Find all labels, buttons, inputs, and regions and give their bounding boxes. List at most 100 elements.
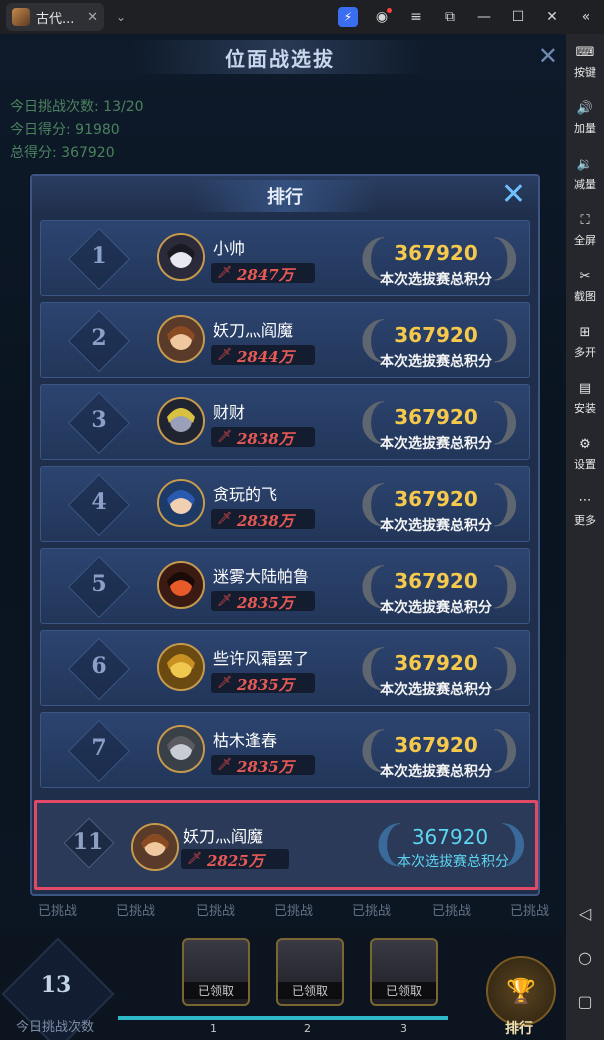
power-pill: 🗡 2835万	[211, 755, 315, 776]
sidebar-label: 减量	[574, 177, 596, 191]
rank-row[interactable]: 4 贪玩的飞 🗡 2838万 ❨ ❩ 367920 本次选拔赛总积分	[40, 466, 530, 542]
avatar[interactable]	[131, 823, 179, 871]
score-caption: 本次选拔赛总积分	[380, 436, 492, 452]
app-tab[interactable]: 古代... ✕	[6, 3, 104, 31]
stat-today-score: 今日得分: 91980	[10, 122, 120, 138]
challenge-count-label: 今日挑战次数	[16, 1020, 95, 1035]
tab-close-icon[interactable]: ✕	[87, 10, 98, 25]
power-pill: 🗡 2844万	[211, 345, 315, 366]
sidebar-label: 更多	[574, 513, 596, 527]
sidebar-label: 安装	[574, 401, 596, 415]
menu-icon[interactable]: ≡	[406, 7, 426, 27]
total-score: 367920	[394, 651, 478, 675]
close-window-icon[interactable]: ✕	[542, 7, 562, 27]
ranking-dialog-header: 排行 ✕	[32, 176, 538, 216]
my-player-name: 妖刀灬阎魔	[183, 827, 264, 846]
trophy-icon: 🏆	[506, 977, 536, 1005]
rank-row[interactable]: 7 枯木逢春 🗡 2835万 ❨ ❩ 367920 本次选拔赛总积分	[40, 712, 530, 788]
power-pill: 🗡 2825万	[181, 849, 289, 870]
score-caption: 本次选拔赛总积分	[380, 764, 492, 780]
challenge-stats: 今日挑战次数: 13/20 今日得分: 91980 总得分: 367920	[10, 96, 144, 165]
back-icon[interactable]: ◁	[566, 904, 604, 923]
maximize-icon[interactable]: ☐	[508, 7, 528, 27]
rank-row[interactable]: 5 迷雾大陆帕鲁 🗡 2835万 ❨ ❩ 367920 本次选拔赛总积分	[40, 548, 530, 624]
total-score: 367920	[394, 241, 478, 265]
tab-dropdown-icon[interactable]: ⌄	[116, 10, 126, 24]
player-name: 妖刀灬阎魔	[213, 321, 294, 340]
sidebar-label: 设置	[574, 457, 596, 471]
score-caption: 本次选拔赛总积分	[397, 854, 509, 870]
avatar[interactable]	[157, 561, 205, 609]
rank-row[interactable]: 2 妖刀灬阎魔 🗡 2844万 ❨ ❩ 367920 本次选拔赛总积分	[40, 302, 530, 378]
avatar[interactable]	[157, 315, 205, 363]
sidebar-item-volume-up[interactable]: 🔊 加量	[566, 90, 604, 146]
boost-icon[interactable]: ⚡	[338, 7, 358, 27]
challenged-label: 已挑战	[510, 904, 550, 919]
power-value: 2838万	[237, 512, 294, 530]
sidebar-item-more[interactable]: ⋯ 更多	[566, 482, 604, 538]
power-pill: 🗡 2847万	[211, 263, 315, 284]
sword-icon: 🗡	[217, 429, 233, 443]
home-icon[interactable]: ○	[566, 948, 604, 967]
rank-row[interactable]: 6 些许风霜罢了 🗡 2835万 ❨ ❩ 367920 本次选拔赛总积分	[40, 630, 530, 706]
avatar[interactable]	[157, 725, 205, 773]
milestone-label: 2	[304, 1022, 311, 1035]
sword-icon: 🗡	[217, 511, 233, 525]
recents-icon[interactable]: ▢	[566, 992, 604, 1011]
sidebar-label: 加量	[574, 121, 596, 135]
game-close-icon[interactable]: ✕	[538, 42, 558, 70]
app-icon	[12, 8, 30, 26]
reward-progress-fill	[118, 1016, 448, 1020]
total-score: 367920	[394, 569, 478, 593]
sidebar-item-multi[interactable]: ⊞ 多开	[566, 314, 604, 370]
ranking-button-label: 排行	[505, 1021, 533, 1037]
ranking-list[interactable]: 1 小帅 🗡 2847万 ❨ ❩ 367920 本次选拔赛总积分 2 妖刀灬阎魔 🗡 2844万 ❨ ❩ 3…	[40, 220, 530, 794]
account-icon[interactable]: ◉	[372, 7, 392, 27]
stat-challenges: 今日挑战次数: 13/20	[10, 99, 144, 115]
challenged-label: 已挑战	[432, 904, 472, 919]
power-pill: 🗡 2835万	[211, 591, 315, 612]
sword-icon: 🗡	[187, 851, 203, 865]
avatar[interactable]	[157, 233, 205, 281]
keyboard-icon: ⌨	[575, 45, 595, 60]
window-titlebar: 古代... ✕ ⌄ ⚡ ◉ ≡ ⧉ — ☐ ✕ «	[0, 0, 604, 34]
score-caption: 本次选拔赛总积分	[380, 682, 492, 698]
multi-instance-icon: ⊞	[579, 325, 591, 340]
collapse-sidebar-icon[interactable]: «	[576, 7, 596, 27]
scissors-icon: ✂	[579, 269, 591, 284]
rank-number: 6	[91, 653, 107, 679]
sidebar-item-install[interactable]: ▤ 安装	[566, 370, 604, 426]
total-score: 367920	[394, 323, 478, 347]
avatar[interactable]	[157, 397, 205, 445]
volume-up-icon: 🔊	[576, 101, 594, 116]
sidebar-item-keymap[interactable]: ⌨ 按键	[566, 34, 604, 90]
power-pill: 🗡 2835万	[211, 673, 315, 694]
my-total-score: 367920	[411, 825, 489, 849]
gear-icon: ⚙	[579, 437, 591, 452]
sidebar-item-volume-down[interactable]: 🔉 减量	[566, 146, 604, 202]
player-name: 迷雾大陆帕鲁	[213, 567, 310, 586]
my-rank-row: 11 妖刀灬阎魔 🗡 2825万 ❨ ❩ 367920 本次选拔赛总积分	[34, 800, 538, 890]
score-caption: 本次选拔赛总积分	[380, 272, 492, 288]
sword-icon: 🗡	[217, 675, 233, 689]
avatar[interactable]	[157, 479, 205, 527]
power-value: 2844万	[237, 348, 294, 366]
total-score: 367920	[394, 487, 478, 511]
ranking-button[interactable]: 🏆	[486, 956, 556, 1026]
total-score: 367920	[394, 733, 478, 757]
sidebar-item-screenshot[interactable]: ✂ 截图	[566, 258, 604, 314]
apk-icon: ▤	[578, 381, 592, 396]
player-name: 小帅	[213, 239, 246, 258]
sidebar-label: 全屏	[574, 233, 596, 247]
minimize-icon[interactable]: —	[474, 7, 494, 27]
stat-total-score: 总得分: 367920	[10, 145, 115, 161]
rank-row[interactable]: 3 财财 🗡 2838万 ❨ ❩ 367920 本次选拔赛总积分	[40, 384, 530, 460]
rank-number: 1	[91, 243, 107, 269]
avatar[interactable]	[157, 643, 205, 691]
popout-icon[interactable]: ⧉	[440, 7, 460, 27]
fullscreen-icon: ⛶	[580, 213, 590, 228]
sidebar-item-fullscreen[interactable]: ⛶ 全屏	[566, 202, 604, 258]
close-icon[interactable]: ✕	[501, 180, 526, 210]
rank-row[interactable]: 1 小帅 🗡 2847万 ❨ ❩ 367920 本次选拔赛总积分	[40, 220, 530, 296]
sidebar-item-settings[interactable]: ⚙ 设置	[566, 426, 604, 482]
